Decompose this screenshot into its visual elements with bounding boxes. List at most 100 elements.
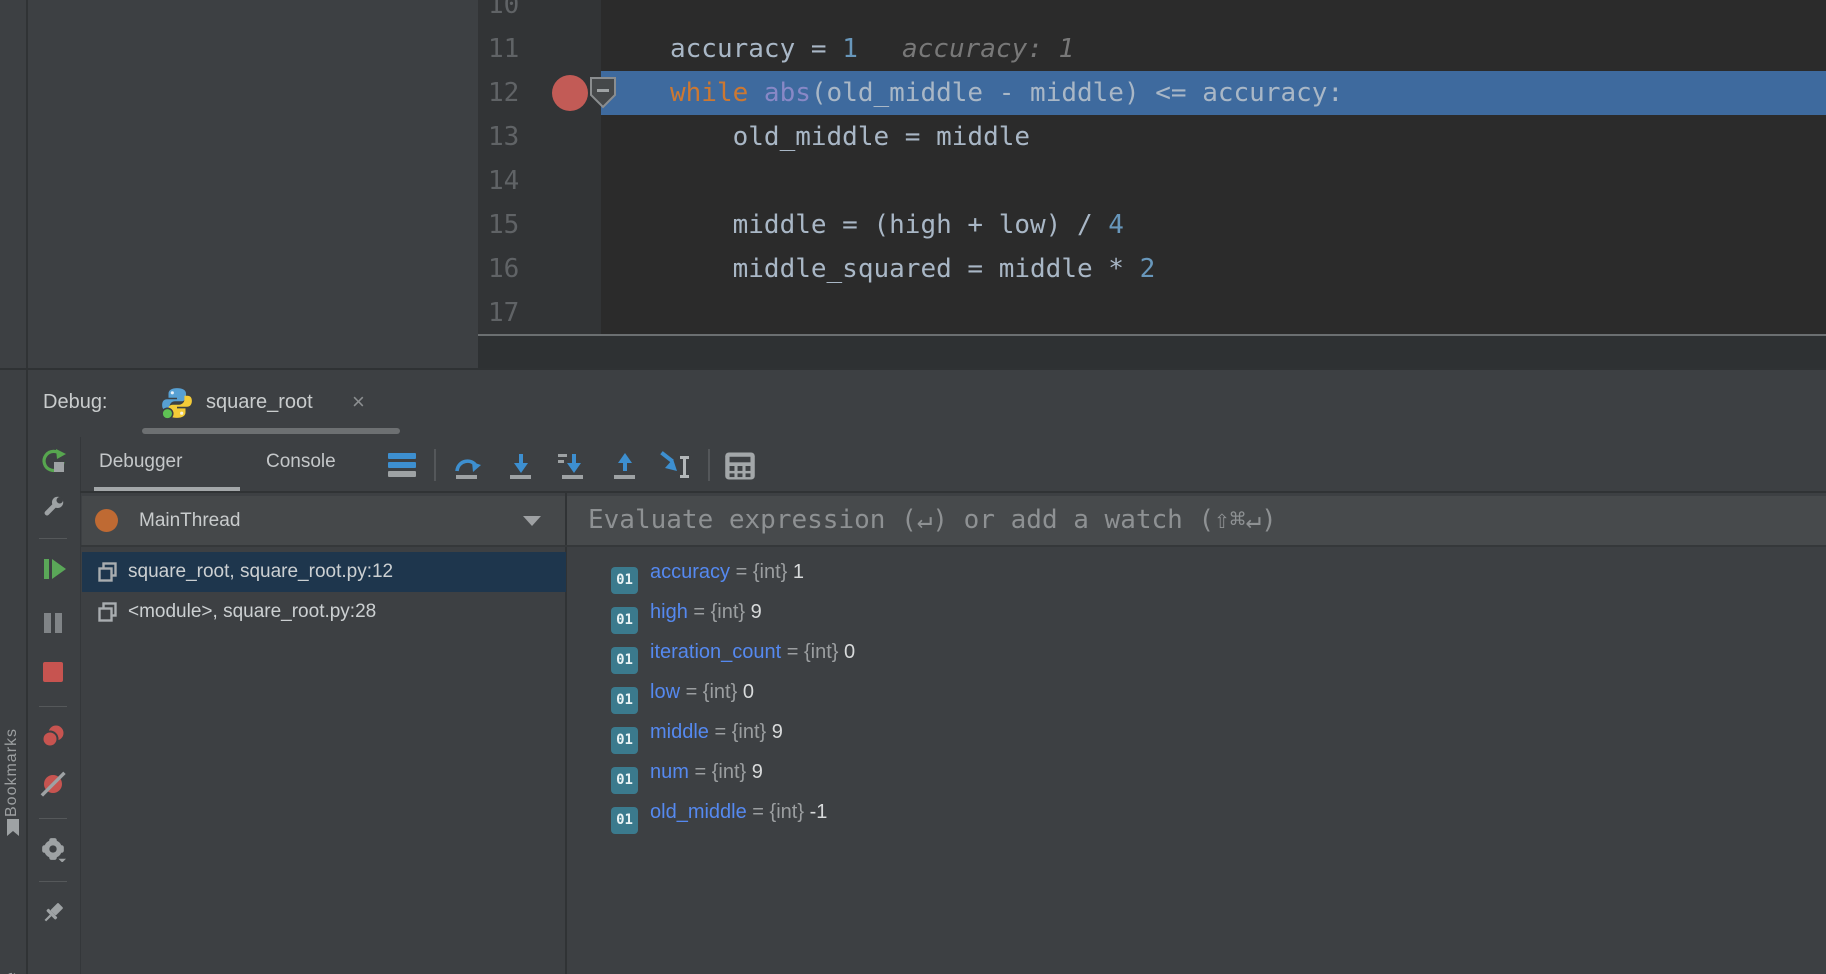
line-number: 11 (488, 27, 519, 71)
toolbar-separator (39, 538, 67, 539)
variable-row[interactable]: 01middle = {int} 9 (611, 712, 783, 752)
int-type-icon: 01 (611, 807, 638, 834)
code-line (601, 0, 1826, 27)
variable-value: 0 (743, 681, 754, 703)
debug-panel-top-border (0, 368, 1826, 370)
variable-name: old_middle (650, 801, 747, 823)
close-icon[interactable]: × (352, 389, 365, 415)
view-breakpoints-icon[interactable] (40, 723, 66, 749)
show-execution-point-icon[interactable] (388, 453, 416, 477)
step-out-icon[interactable] (610, 451, 640, 481)
frame-row[interactable]: <module>, square_root.py:28 (82, 592, 566, 632)
toolbar-bottom-border (80, 491, 1826, 493)
python-logo-icon (160, 386, 194, 420)
toolbar-separator (708, 449, 710, 481)
step-into-my-code-icon[interactable] (556, 451, 586, 481)
int-type-icon: 01 (611, 607, 638, 634)
chevron-down-icon (523, 516, 541, 526)
line-number: 12 (488, 71, 519, 115)
code-line (601, 291, 1826, 334)
editor-gutter[interactable]: 1011121314151617 (478, 0, 601, 334)
bookmark-icon[interactable] (4, 818, 22, 838)
fold-marker-icon[interactable] (588, 76, 618, 109)
variable-type: = {int} (680, 681, 743, 703)
execution-line: while abs(old_middle - middle) <= accura… (601, 71, 1826, 115)
rerun-icon[interactable] (40, 448, 66, 474)
variable-name: high (650, 601, 688, 623)
tab-session-square-root[interactable]: square_root (206, 391, 313, 414)
variable-value: 9 (752, 761, 763, 783)
stop-icon[interactable] (40, 659, 66, 685)
toolbar-separator (434, 449, 436, 481)
int-type-icon: 01 (611, 567, 638, 594)
line-number: 13 (488, 115, 519, 159)
variable-row[interactable]: 01 iteration_count = {int} 0 (611, 632, 855, 672)
int-type-icon: 01 (611, 727, 638, 754)
variable-name: accuracy (650, 561, 730, 583)
thread-status-icon (95, 509, 118, 532)
code-line: old_middle = middle (601, 115, 1826, 159)
pin-icon[interactable] (40, 900, 66, 926)
variable-value: 9 (772, 721, 783, 743)
toolbar-separator (39, 818, 67, 819)
tab-console[interactable]: Console (266, 451, 336, 473)
int-type-icon: 01 (611, 687, 638, 714)
variable-type: = {int} (747, 801, 810, 823)
debugger-inline-value: accuracy: 1 (902, 27, 1074, 71)
resume-icon[interactable] (40, 556, 66, 582)
frame-row[interactable]: square_root, square_root.py:12 (82, 552, 566, 592)
code-line: middle_squared = middle * 2 (601, 247, 1826, 291)
pycharm-debug-window: 1011121314151617 accuracy = 1accuracy: 1… (0, 0, 1826, 974)
frame-label: square_root, square_root.py:12 (128, 552, 393, 592)
code-editor[interactable]: accuracy = 1accuracy: 1while abs(old_mid… (601, 0, 1826, 334)
mute-breakpoints-icon[interactable] (40, 771, 66, 797)
evaluate-expression-input[interactable]: Evaluate expression (↵) or add a watch (… (567, 496, 1826, 545)
int-type-icon: 01 (611, 647, 638, 674)
evaluate-expression-icon[interactable] (724, 450, 756, 482)
thread-selector[interactable]: MainThread (82, 496, 565, 545)
variable-name: iteration_count (650, 641, 781, 663)
frame-label: <module>, square_root.py:28 (128, 592, 376, 632)
variable-row[interactable]: 01 high = {int} 9 (611, 592, 762, 632)
stripe-button-bookmarks[interactable]: Bookmarks (3, 677, 21, 817)
variable-row[interactable]: 01 low = {int} 0 (611, 672, 754, 712)
line-number: 16 (488, 247, 519, 291)
variable-value: 0 (844, 641, 855, 663)
stripe-button-structure[interactable]: Structure (3, 905, 21, 974)
breakpoint-icon[interactable] (552, 75, 588, 111)
variable-name: num (650, 761, 689, 783)
step-into-icon[interactable] (506, 451, 536, 481)
variable-type: = {int} (709, 721, 772, 743)
line-number: 17 (488, 291, 519, 334)
variable-value: 9 (751, 601, 762, 623)
header-row-border (80, 545, 1826, 547)
stack-frame-icon (96, 561, 119, 584)
editor-lower-band (478, 336, 1826, 370)
debug-panel-title: Debug: (43, 391, 108, 414)
stack-frame-icon (96, 601, 119, 624)
code-line (601, 159, 1826, 203)
code-line: middle = (high + low) / 4 (601, 203, 1826, 247)
wrench-icon[interactable] (40, 494, 66, 520)
settings-gear-icon[interactable] (40, 836, 66, 862)
variable-row[interactable]: 01 old_middle = {int} -1 (611, 792, 827, 832)
line-number: 10 (488, 0, 519, 27)
tab-debugger[interactable]: Debugger (99, 451, 182, 473)
variable-value: -1 (810, 801, 828, 823)
pause-icon[interactable] (40, 610, 66, 636)
variable-row[interactable]: 01accuracy = {int} 1 (611, 552, 804, 592)
toolwindow-stripe: Bookmarks Structure (0, 0, 28, 974)
int-type-icon: 01 (611, 767, 638, 794)
line-number: 14 (488, 159, 519, 203)
variable-row[interactable]: 01 num = {int} 9 (611, 752, 763, 792)
code-line: accuracy = 1accuracy: 1 (601, 27, 1826, 71)
variable-type: = {int} (688, 601, 751, 623)
toolbar-separator (39, 881, 67, 882)
variable-name: low (650, 681, 680, 703)
step-over-icon[interactable] (452, 451, 482, 481)
variable-type: = {int} (689, 761, 752, 783)
run-to-cursor-icon[interactable] (656, 449, 694, 483)
variable-type: = {int} (781, 641, 844, 663)
toolbar-separator (39, 706, 67, 707)
toolbar-column-divider (80, 437, 81, 974)
